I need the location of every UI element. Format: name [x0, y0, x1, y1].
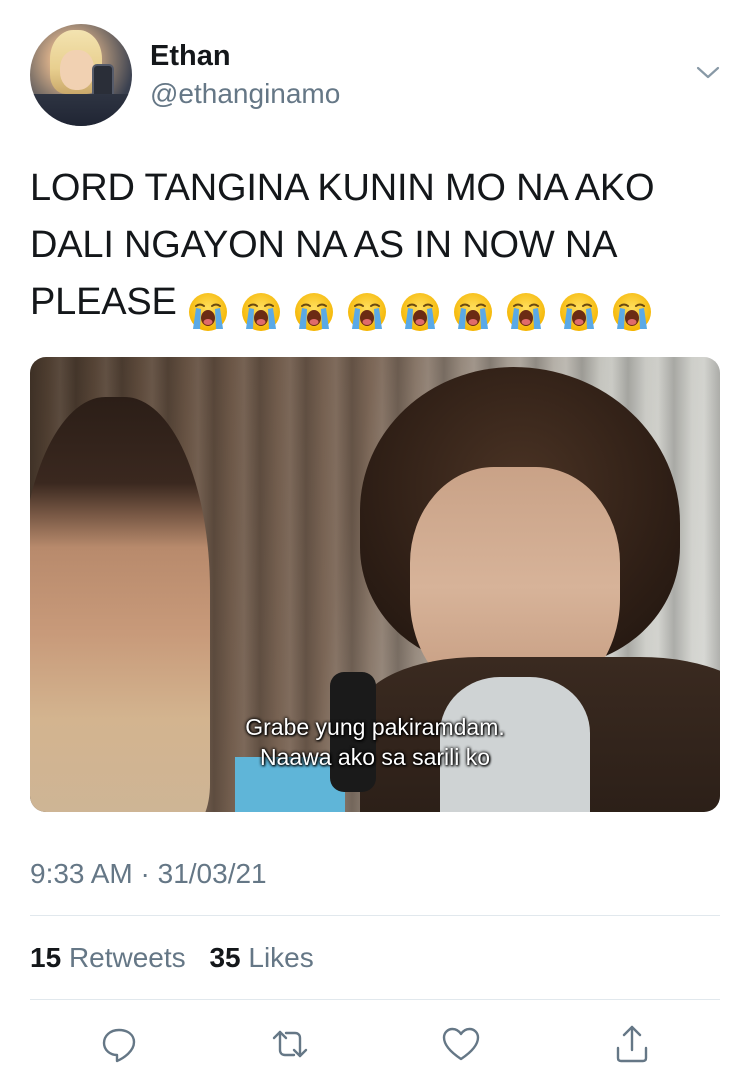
loudly-crying-face-emoji	[242, 292, 281, 331]
loudly-crying-face-emoji	[560, 292, 599, 331]
loudly-crying-face-emoji	[507, 292, 546, 331]
divider-top	[30, 915, 720, 916]
tweet-text-line-3: PLEASE	[30, 274, 720, 339]
timestamp-time: 9:33 AM	[30, 858, 133, 889]
action-bar	[0, 1022, 750, 1066]
avatar[interactable]	[30, 24, 132, 126]
likes-count: 35	[209, 942, 241, 973]
loudly-crying-face-emoji	[613, 292, 652, 331]
likes-label: Likes	[248, 942, 314, 973]
heart-icon[interactable]	[439, 1022, 483, 1066]
media-caption-line-1: Grabe yung pakiramdam.	[245, 714, 505, 740]
loudly-crying-face-emoji	[454, 292, 493, 331]
loudly-crying-face-emoji	[189, 292, 228, 331]
timestamp[interactable]: 9:33 AM · 31/03/21	[30, 858, 267, 890]
reply-icon[interactable]	[97, 1022, 141, 1066]
engagement-stats: 15 Retweets 35 Likes	[30, 942, 330, 974]
user-handle[interactable]: @ethanginamo	[150, 78, 340, 110]
retweets-label: Retweets	[68, 942, 186, 973]
tweet-text-line-1: LORD TANGINA KUNIN MO NA AKO	[30, 167, 655, 209]
display-name[interactable]: Ethan	[150, 40, 231, 73]
timestamp-separator: ·	[140, 858, 150, 889]
loudly-crying-face-emoji	[295, 292, 334, 331]
tweet: Ethan @ethanginamo LORD TANGINA KUNIN MO…	[0, 0, 750, 1089]
chevron-down-icon[interactable]	[694, 62, 722, 82]
tweet-text-line-3-word: PLEASE	[30, 281, 177, 323]
likes-stat[interactable]: 35 Likes	[209, 942, 321, 973]
tweet-text: LORD TANGINA KUNIN MO NA AKO DALI NGAYON…	[30, 160, 720, 339]
share-icon[interactable]	[610, 1022, 654, 1066]
avatar-face	[60, 50, 94, 90]
loudly-crying-face-emoji	[348, 292, 387, 331]
retweets-count: 15	[30, 942, 62, 973]
media-caption-line-2: Naawa ako sa sarili ko	[259, 744, 491, 770]
tweet-text-line-2: DALI NGAYON NA AS IN NOW NA	[30, 224, 618, 266]
avatar-jacket	[30, 94, 132, 126]
retweet-icon[interactable]	[268, 1022, 312, 1066]
retweets-stat[interactable]: 15 Retweets	[30, 942, 194, 973]
media-caption: Grabe yung pakiramdam. Naawa ako sa sari…	[30, 712, 720, 772]
emoji-row	[187, 282, 664, 339]
timestamp-date: 31/03/21	[157, 858, 267, 889]
media-image[interactable]: Grabe yung pakiramdam. Naawa ako sa sari…	[30, 357, 720, 812]
loudly-crying-face-emoji	[401, 292, 440, 331]
divider-bottom	[30, 999, 720, 1000]
